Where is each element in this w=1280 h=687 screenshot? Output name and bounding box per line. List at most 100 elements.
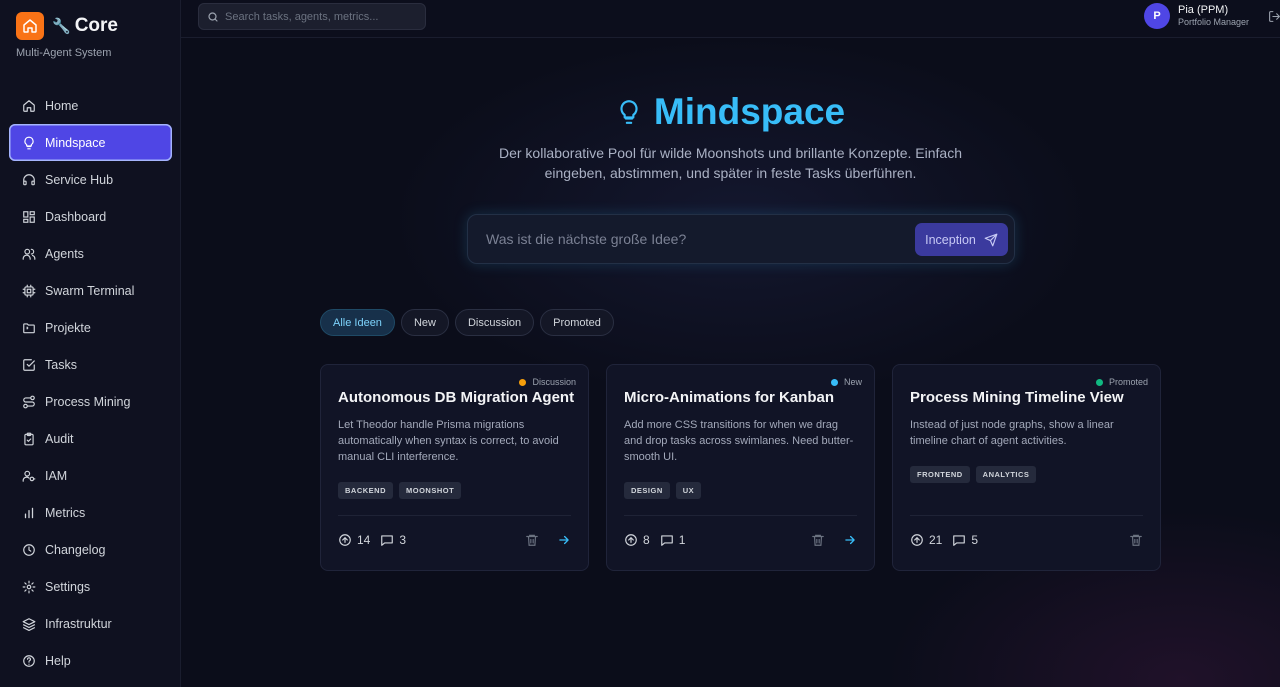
logout-icon[interactable]: [1268, 10, 1280, 28]
top-bar: P Pia (PPM) Portfolio Manager: [181, 0, 1280, 38]
sidebar-item-tasks[interactable]: Tasks: [9, 346, 172, 383]
divider: [624, 515, 857, 516]
user-role: Portfolio Manager: [1178, 17, 1250, 27]
status-label: Promoted: [1108, 377, 1148, 387]
sidebar-item-settings[interactable]: Settings: [9, 568, 172, 605]
checkbox-icon: [22, 358, 36, 372]
sidebar-item-label: Swarm Terminal: [45, 283, 135, 298]
home-logo-icon: [16, 12, 44, 40]
sidebar-item-mindspace[interactable]: Mindspace: [9, 124, 172, 161]
status-label: Discussion: [532, 377, 576, 387]
cpu-icon: [22, 284, 36, 298]
upvote-count: 14: [357, 533, 371, 547]
page-title-text: Mindspace: [653, 91, 846, 132]
tag: BACKEND: [338, 482, 393, 499]
user-menu[interactable]: P Pia (PPM) Portfolio Manager: [1144, 3, 1249, 29]
sidebar-item-swarm-terminal[interactable]: Swarm Terminal: [9, 272, 172, 309]
hero: Mindspace Der kollaborative Pool für wil…: [181, 91, 1280, 183]
upvote-button[interactable]: 8: [624, 533, 650, 547]
trash-icon[interactable]: [525, 533, 539, 547]
sidebar-item-label: Process Mining: [45, 394, 131, 409]
idea-card: New Micro-Animations for Kanban Add more…: [606, 364, 875, 571]
sidebar-item-service-hub[interactable]: Service Hub: [9, 161, 172, 198]
sidebar-item-process-mining[interactable]: Process Mining: [9, 383, 172, 420]
sidebar-item-dashboard[interactable]: Dashboard: [9, 198, 172, 235]
user-name: Pia (PPM): [1178, 4, 1229, 16]
trash-icon[interactable]: [811, 533, 825, 547]
sidebar-item-label: Mindspace: [45, 135, 106, 150]
sidebar-item-home[interactable]: Home: [9, 87, 172, 124]
comment-icon: [660, 535, 673, 546]
sidebar-item-label: Audit: [45, 431, 74, 446]
brand[interactable]: 🔧 Core: [16, 12, 118, 40]
sidebar-item-label: IAM: [45, 468, 68, 483]
brand-subtitle: Multi-Agent System: [16, 47, 112, 59]
sidebar-item-agents[interactable]: Agents: [9, 235, 172, 272]
main-content: Mindspace Der kollaborative Pool für wil…: [181, 39, 1280, 687]
card-actions: [811, 533, 857, 547]
arrow-right-icon[interactable]: [557, 533, 571, 547]
sidebar-item-label: Home: [45, 98, 79, 113]
sidebar-item-help[interactable]: Help: [9, 642, 172, 679]
card-title: Autonomous DB Migration Agent: [338, 389, 575, 406]
sidebar-item-label: Changelog: [45, 542, 106, 557]
trash-icon[interactable]: [1129, 533, 1143, 547]
inception-button[interactable]: Inception: [915, 223, 1008, 256]
comments-button[interactable]: 5: [952, 533, 978, 547]
sidebar-item-label: Help: [45, 653, 71, 668]
comment-count: 1: [678, 533, 686, 547]
sidebar-item-audit[interactable]: Audit: [9, 420, 172, 457]
tag: ANALYTICS: [975, 466, 1037, 483]
inception-button-label: Inception: [925, 232, 976, 247]
sidebar-item-label: Projekte: [45, 320, 91, 335]
upvote-button[interactable]: 14: [338, 533, 370, 547]
clipboard-icon: [22, 432, 36, 446]
upvote-icon: [625, 534, 637, 546]
filter-discussion[interactable]: Discussion: [454, 309, 535, 336]
sidebar-item-changelog[interactable]: Changelog: [9, 531, 172, 568]
idea-input[interactable]: [486, 231, 886, 247]
arrow-right-icon[interactable]: [843, 533, 857, 547]
brand-title-text: Core: [74, 15, 118, 36]
card-actions: [525, 533, 571, 547]
comments-button[interactable]: 1: [660, 533, 686, 547]
sidebar-item-projekte[interactable]: Projekte: [9, 309, 172, 346]
search-input[interactable]: [225, 10, 415, 23]
search-box[interactable]: [198, 3, 426, 30]
sidebar-item-label: Service Hub: [45, 172, 114, 187]
comment-count: 3: [399, 533, 407, 547]
layers-icon: [22, 617, 36, 631]
sidebar-item-metrics[interactable]: Metrics: [9, 494, 172, 531]
status-dot: [1095, 378, 1103, 386]
status-badge: New: [830, 377, 862, 387]
sidebar-item-label: Tasks: [45, 357, 77, 372]
send-icon: [984, 233, 998, 247]
page-subtitle: Der kollaborative Pool für wilde Moonsho…: [498, 145, 963, 181]
card-title: Process Mining Timeline View: [910, 389, 1124, 406]
comment-icon: [953, 535, 966, 546]
filter-promoted[interactable]: Promoted: [540, 309, 614, 336]
upvote-count: 21: [929, 533, 943, 547]
card-actions: [1129, 533, 1143, 547]
bar-chart-icon: [22, 506, 36, 520]
dashboard-icon: [22, 210, 36, 224]
folder-icon: [22, 321, 36, 335]
card-description: Add more CSS transitions for when we dra…: [624, 419, 854, 463]
status-badge: Discussion: [519, 377, 576, 387]
sidebar-item-label: Agents: [45, 246, 84, 261]
user-key-icon: [22, 469, 36, 483]
filter-all-ideas[interactable]: Alle Ideen: [320, 309, 395, 336]
tag: FRONTEND: [910, 466, 970, 483]
sidebar-item-infrastruktur[interactable]: Infrastruktur: [9, 605, 172, 642]
idea-card: Discussion Autonomous DB Migration Agent…: [320, 364, 589, 571]
filter-new[interactable]: New: [400, 309, 449, 336]
sidebar-item-label: Dashboard: [45, 209, 107, 224]
comments-button[interactable]: 3: [380, 533, 406, 547]
upvote-icon: [339, 534, 351, 546]
route-icon: [22, 395, 36, 409]
comment-icon: [381, 535, 394, 546]
card-description: Instead of just node graphs, show a line…: [910, 419, 1114, 447]
status-label: New: [843, 377, 862, 387]
upvote-button[interactable]: 21: [910, 533, 942, 547]
sidebar-item-iam[interactable]: IAM: [9, 457, 172, 494]
